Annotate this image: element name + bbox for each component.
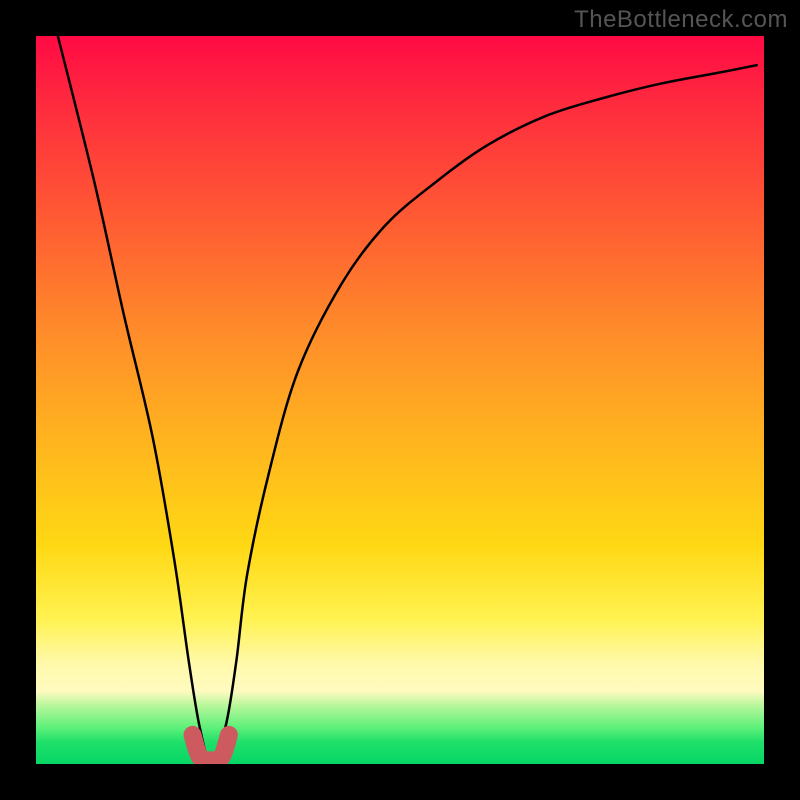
branding-text: TheBottleneck.com — [574, 6, 788, 34]
minimum-marker — [193, 735, 229, 761]
curve-layer — [36, 36, 764, 764]
plot-area — [36, 36, 764, 764]
chart-frame: TheBottleneck.com — [0, 0, 800, 800]
bottleneck-curve — [58, 36, 757, 760]
